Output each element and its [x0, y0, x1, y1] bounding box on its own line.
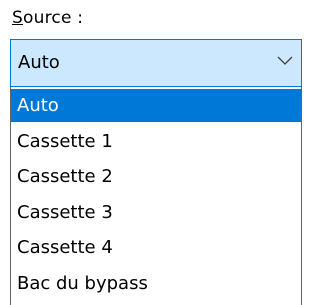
- option-auto-label: Auto: [17, 95, 59, 116]
- source-dropdown-list: Auto Cassette 1 Cassette 2 Cassette 3 Ca…: [10, 87, 302, 305]
- option-cassette-2-label: Cassette 2: [17, 166, 113, 187]
- option-cassette-4[interactable]: Cassette 4: [11, 231, 301, 264]
- source-combobox[interactable]: Auto: [10, 39, 302, 87]
- option-auto[interactable]: Auto: [11, 89, 301, 122]
- option-cassette-3[interactable]: Cassette 3: [11, 196, 301, 229]
- source-label: Source :: [12, 3, 83, 33]
- source-select-panel: Source : Auto Auto Cassette 1 Cassette 2…: [0, 0, 302, 305]
- chevron-down-icon: [277, 56, 293, 65]
- option-cassette-3-label: Cassette 3: [17, 202, 113, 223]
- option-bac-du-bypass-label: Bac du bypass: [17, 273, 148, 294]
- option-cassette-2[interactable]: Cassette 2: [11, 160, 301, 193]
- option-cassette-4-label: Cassette 4: [17, 237, 113, 258]
- source-label-text: ource :: [23, 8, 84, 28]
- source-label-mnemonic: S: [12, 8, 23, 28]
- option-bac-du-bypass[interactable]: Bac du bypass: [11, 267, 301, 300]
- source-combobox-value: Auto: [18, 52, 60, 73]
- option-cassette-1-label: Cassette 1: [17, 131, 113, 152]
- option-cassette-1[interactable]: Cassette 1: [11, 125, 301, 158]
